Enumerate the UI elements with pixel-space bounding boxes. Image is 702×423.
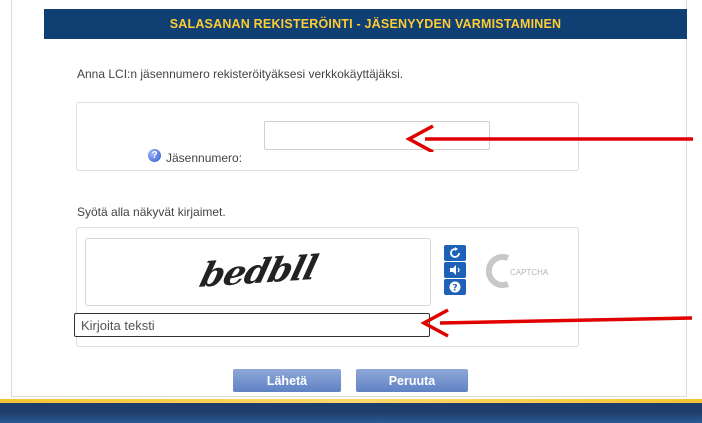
captcha-logo-text: CAPTCHA (510, 268, 549, 277)
captcha-answer-input[interactable] (74, 313, 430, 337)
captcha-image: bedbll (85, 238, 431, 306)
refresh-icon[interactable] (444, 245, 466, 261)
captcha-instruction: Syötä alla näkyvät kirjaimet. (77, 205, 226, 219)
svg-text:?: ? (452, 284, 457, 294)
footer-stripe (0, 399, 702, 423)
send-button[interactable]: Lähetä (233, 369, 341, 392)
captcha-logo: CAPTCHA (486, 252, 578, 290)
member-instruction: Anna LCI:n jäsennumero rekisteröityäkses… (77, 67, 404, 81)
captcha-challenge-text: bedbll (195, 248, 321, 296)
help-icon[interactable]: ? (148, 149, 161, 162)
question-icon[interactable]: ? (444, 279, 466, 295)
red-arrow-icon (420, 308, 693, 338)
cancel-button[interactable]: Peruuta (356, 369, 468, 392)
audio-icon[interactable] (444, 262, 466, 278)
red-arrow-icon (405, 124, 693, 152)
page-title: SALASANAN REKISTERÖINTI - JÄSENYYDEN VAR… (44, 9, 687, 39)
member-number-label: Jäsennumero: (166, 151, 243, 165)
